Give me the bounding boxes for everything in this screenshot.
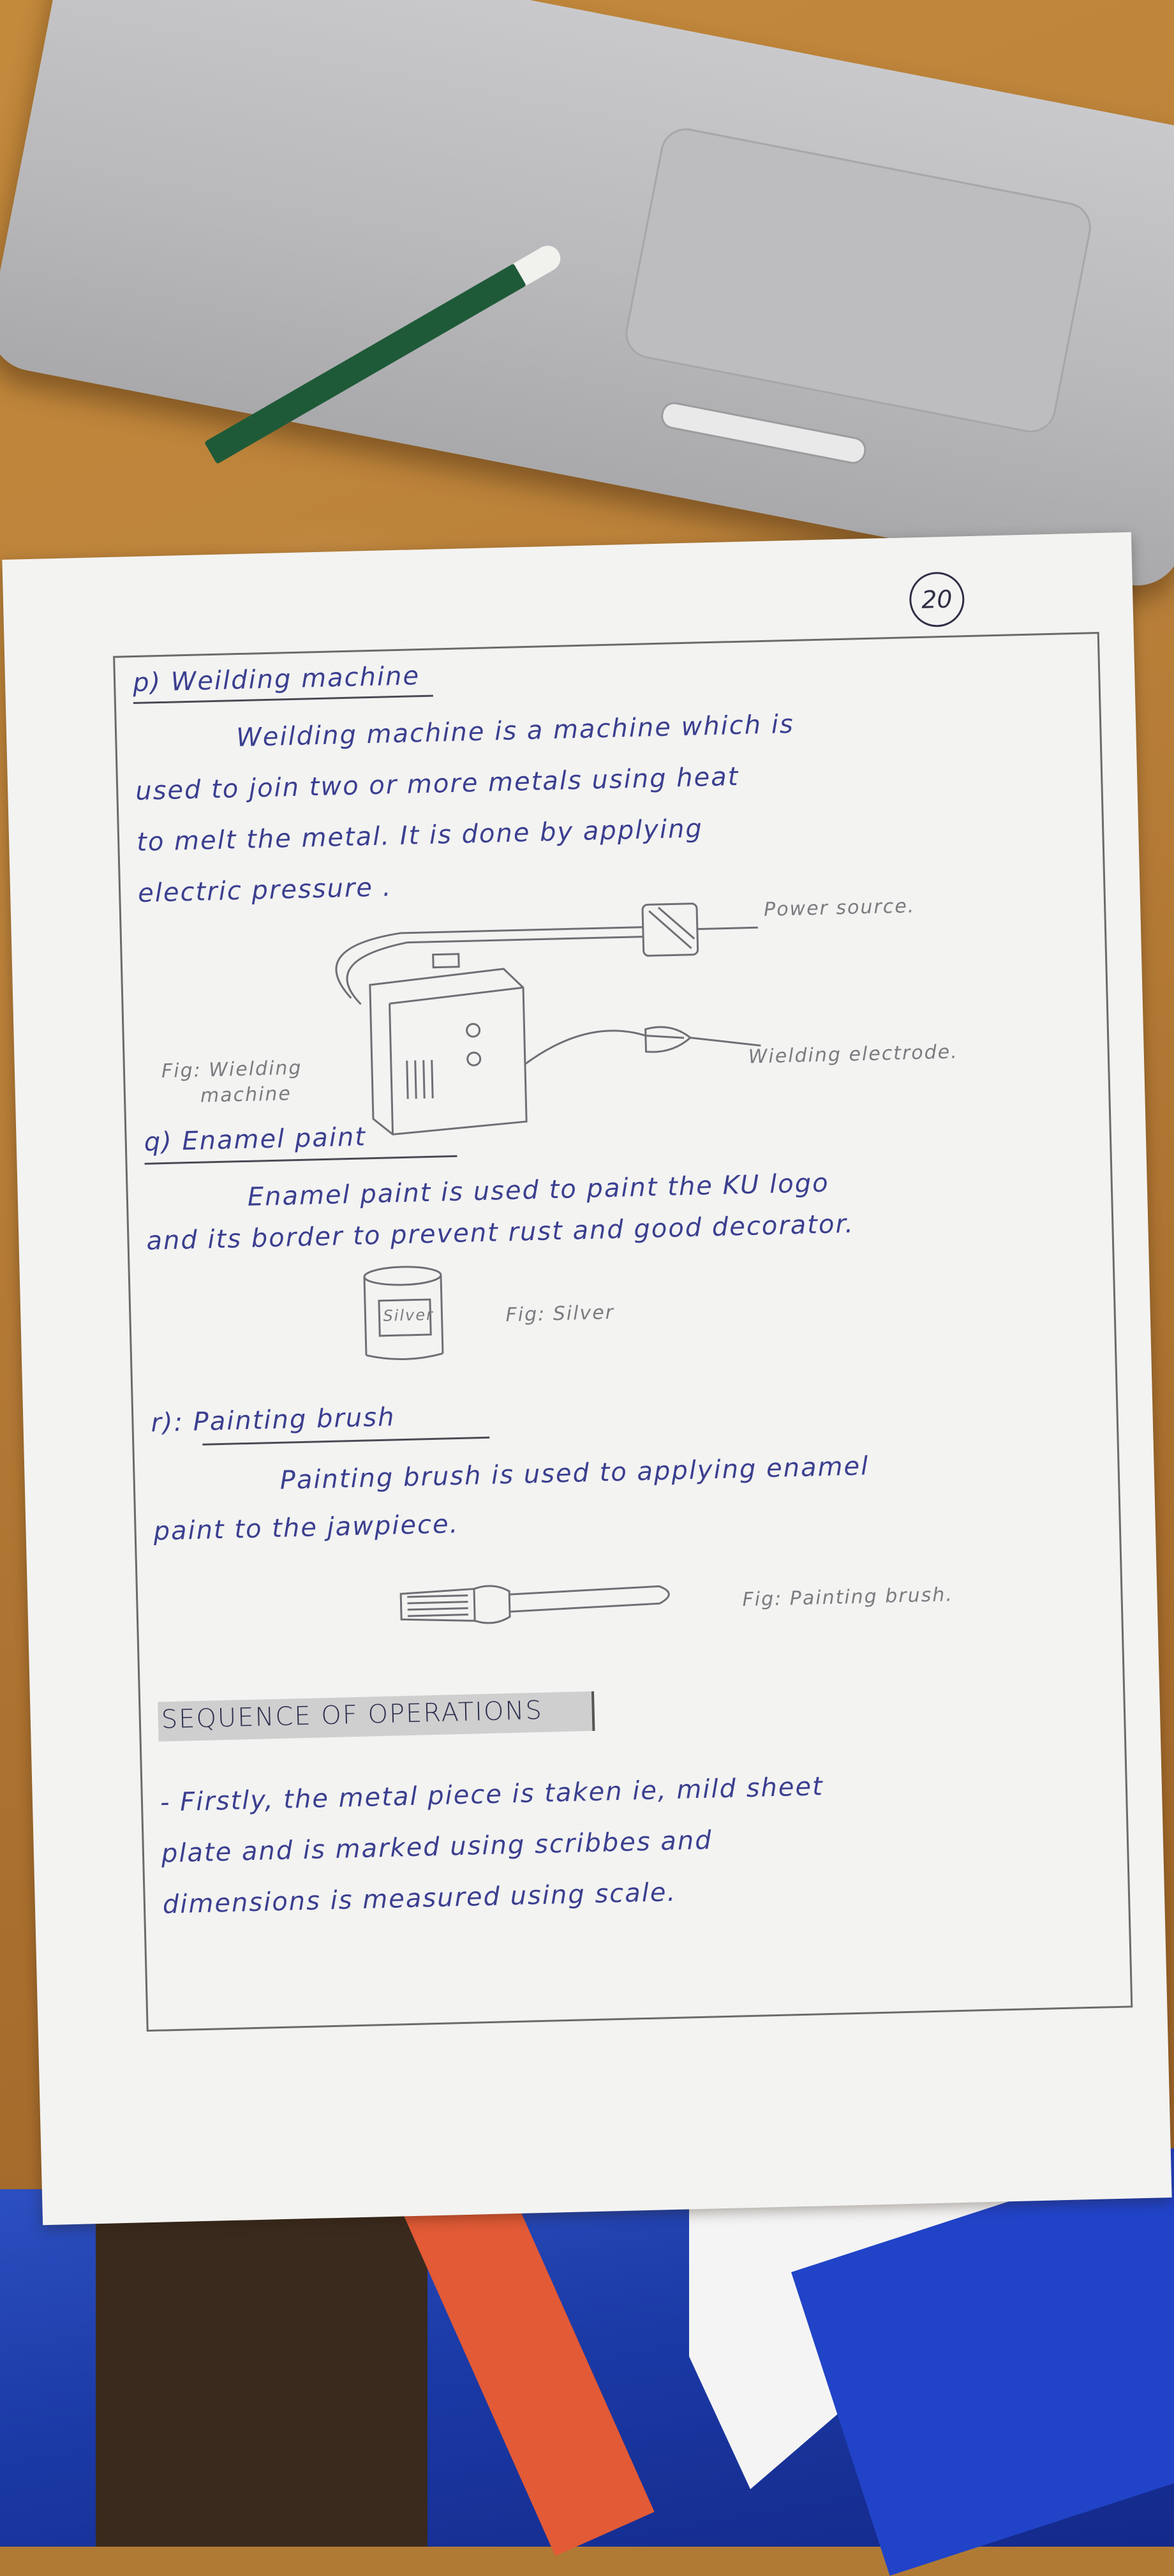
- enamel-fig-caption: Fig: Silver: [505, 1301, 615, 1327]
- enamel-heading: q) Enamel paint: [144, 1122, 367, 1157]
- power-source-label: Power source.: [763, 895, 916, 922]
- welding-line-4: electric pressure .: [137, 872, 392, 908]
- notebook-page: 20 p) Weilding machine Weilding machine …: [2, 532, 1172, 2226]
- laptop-trackpad: [621, 124, 1096, 437]
- page-number: 20: [909, 571, 965, 628]
- dark-cloth: [96, 2202, 427, 2547]
- welding-machine-sketch: [335, 902, 761, 1135]
- paint-brush-sketch: [399, 1585, 670, 1624]
- welding-fig-caption-2: machine: [200, 1082, 292, 1107]
- welding-fig-caption-1: Fig: Wielding: [161, 1056, 302, 1083]
- laptop-notch: [658, 400, 868, 467]
- brush-heading: r): Painting brush: [150, 1402, 396, 1438]
- enamel-can-label: Silver: [383, 1305, 435, 1325]
